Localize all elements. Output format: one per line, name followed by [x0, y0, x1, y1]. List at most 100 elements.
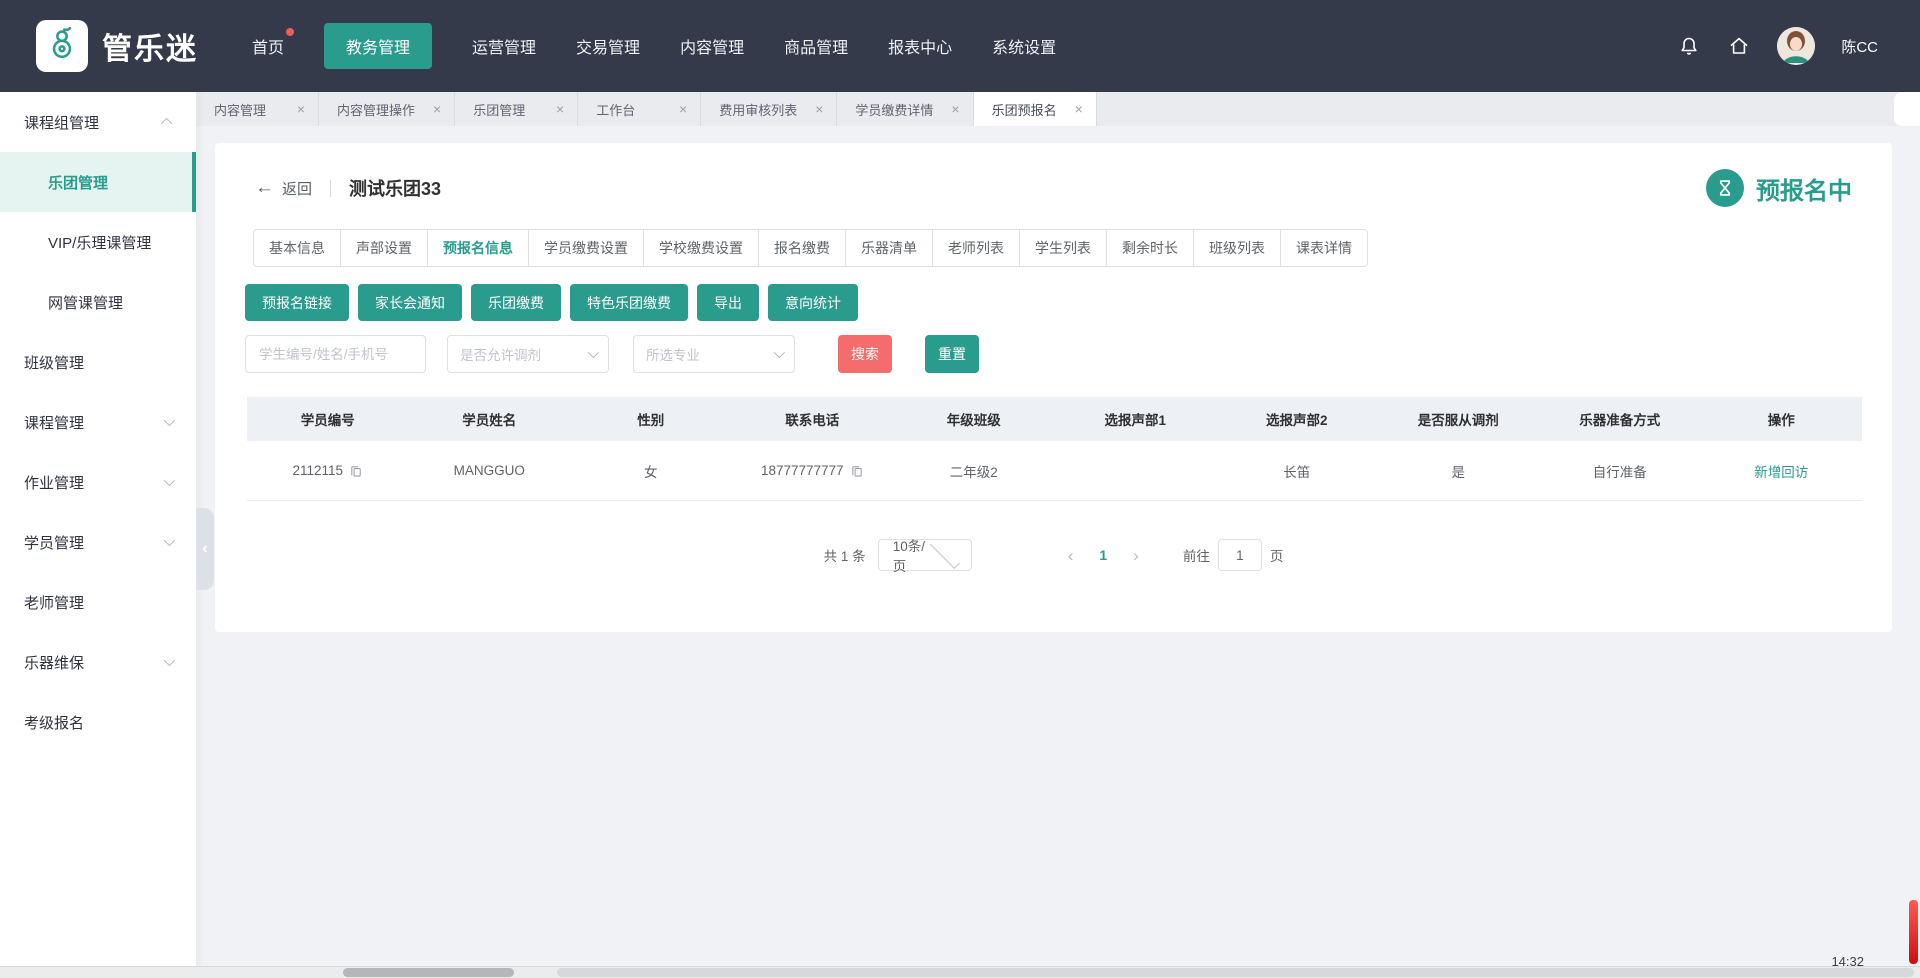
col-grade-class: 年级班级: [893, 409, 1055, 429]
vertical-scrollbar-thumb[interactable]: [1909, 900, 1918, 964]
keyword-search-input[interactable]: [245, 335, 426, 373]
sidebar-item-orchestra-mgmt[interactable]: 乐团管理: [0, 152, 196, 212]
menu-products[interactable]: 商品管理: [784, 34, 848, 58]
export-button[interactable]: 导出: [697, 284, 759, 321]
sidebar-item-vip-theory[interactable]: VIP/乐理课管理: [0, 212, 196, 272]
allow-adjustment-select[interactable]: 是否允许调剂: [447, 335, 609, 373]
major-select[interactable]: 所选专业: [633, 335, 795, 373]
menu-operations[interactable]: 运营管理: [472, 34, 536, 58]
user-name[interactable]: 陈CC: [1841, 36, 1878, 57]
goto-page-input[interactable]: [1218, 539, 1262, 571]
main-content: ← 返回 测试乐团33 预报名中 基本信息 声部设置 预报名信息 学员缴费设置 …: [196, 126, 1920, 978]
prev-page-button[interactable]: ‹: [1068, 547, 1074, 564]
special-orchestra-payment-button[interactable]: 特色乐团缴费: [570, 284, 688, 321]
tab-student-payment-setting[interactable]: 学员缴费设置: [528, 229, 644, 267]
gourd-music-logo-icon: [44, 26, 80, 67]
actions-row: 预报名链接 家长会通知 乐团缴费 特色乐团缴费 导出 意向统计: [245, 284, 1892, 321]
close-icon[interactable]: ×: [556, 101, 564, 117]
app-logo: [36, 20, 88, 72]
open-tab[interactable]: 内容管理操作 ×: [319, 92, 455, 126]
tab-preregistration-info[interactable]: 预报名信息: [427, 229, 529, 267]
detail-tabs: 基本信息 声部设置 预报名信息 学员缴费设置 学校缴费设置 报名缴费 乐器清单 …: [253, 229, 1892, 267]
tabstrip-end-cap: [1894, 92, 1920, 126]
close-icon[interactable]: ×: [1075, 101, 1083, 117]
tab-basic-info[interactable]: 基本信息: [253, 229, 341, 267]
clock-text: 14:32: [1831, 954, 1864, 969]
col-phone: 联系电话: [732, 409, 894, 429]
tab-voice-part-setting[interactable]: 声部设置: [340, 229, 428, 267]
intention-statistics-button[interactable]: 意向统计: [768, 284, 858, 321]
copy-icon[interactable]: [850, 464, 864, 478]
page-size-select[interactable]: 10条/页: [878, 539, 972, 571]
sidebar-group-course-groups[interactable]: 课程组管理: [0, 92, 196, 152]
sidebar-group-course-mgmt[interactable]: 课程管理: [0, 392, 196, 452]
tab-instrument-list[interactable]: 乐器清单: [845, 229, 933, 267]
back-arrow-icon: ←: [255, 177, 274, 199]
menu-home[interactable]: 首页: [252, 34, 284, 58]
search-button[interactable]: 搜索: [838, 335, 892, 373]
horizontal-scrollbar-thumb[interactable]: [343, 968, 514, 977]
parent-meeting-notice-button[interactable]: 家长会通知: [358, 284, 462, 321]
preregistration-link-button[interactable]: 预报名链接: [245, 284, 349, 321]
home-icon[interactable]: [1727, 34, 1751, 58]
chevron-down-icon: [588, 347, 599, 358]
sidebar-group-student-mgmt[interactable]: 学员管理: [0, 512, 196, 572]
orchestra-detail-card: ← 返回 测试乐团33 预报名中 基本信息 声部设置 预报名信息 学员缴费设置 …: [215, 143, 1892, 632]
open-tab[interactable]: 工作台 ×: [578, 92, 701, 126]
header-divider: [330, 180, 331, 197]
main-menu: 首页 教务管理 运营管理 交易管理 内容管理 商品管理 报表中心 系统设置: [252, 23, 1056, 69]
copy-icon[interactable]: [349, 464, 363, 478]
sidebar-item-class-mgmt[interactable]: 班级管理: [0, 332, 196, 392]
close-icon[interactable]: ×: [679, 101, 687, 117]
open-tab[interactable]: 内容管理 ×: [196, 92, 319, 126]
menu-transactions[interactable]: 交易管理: [576, 34, 640, 58]
sidebar-item-exam-registration[interactable]: 考级报名: [0, 692, 196, 752]
orchestra-payment-button[interactable]: 乐团缴费: [471, 284, 561, 321]
col-obey-adjustment: 是否服从调剂: [1378, 409, 1540, 429]
sidebar-item-online-course[interactable]: 网管课管理: [0, 272, 196, 332]
tab-class-list[interactable]: 班级列表: [1193, 229, 1281, 267]
sidebar-item-teacher-mgmt[interactable]: 老师管理: [0, 572, 196, 632]
tab-registration-payment[interactable]: 报名缴费: [758, 229, 846, 267]
cell-operation: 新增回访: [1701, 461, 1863, 481]
reset-button[interactable]: 重置: [925, 335, 979, 373]
col-gender: 性别: [570, 409, 732, 429]
back-button[interactable]: ← 返回: [255, 177, 312, 199]
menu-reports[interactable]: 报表中心: [888, 34, 952, 58]
menu-academic[interactable]: 教务管理: [324, 23, 432, 69]
horizontal-scrollbar-thumb[interactable]: [557, 968, 1914, 977]
tab-student-list[interactable]: 学生列表: [1019, 229, 1107, 267]
horizontal-scrollbar[interactable]: [0, 966, 1920, 978]
tab-schedule-detail[interactable]: 课表详情: [1280, 229, 1368, 267]
close-icon[interactable]: ×: [815, 101, 823, 117]
open-tab-active[interactable]: 乐团预报名 ×: [974, 92, 1097, 126]
user-avatar[interactable]: [1777, 27, 1815, 65]
cell-instrument-preparation: 自行准备: [1539, 461, 1701, 481]
brand-name: 管乐迷: [102, 24, 198, 68]
open-tab[interactable]: 学员缴费详情 ×: [837, 92, 973, 126]
sidebar-group-homework-mgmt[interactable]: 作业管理: [0, 452, 196, 512]
next-page-button[interactable]: ›: [1133, 547, 1139, 564]
menu-content[interactable]: 内容管理: [680, 34, 744, 58]
add-followup-link[interactable]: 新增回访: [1754, 461, 1808, 481]
sidebar-collapse-handle[interactable]: ‹: [196, 508, 214, 590]
sidebar-group-instrument-maintenance[interactable]: 乐器维保: [0, 632, 196, 692]
table-row: 2112115 MANGGUO 女 18777777777: [247, 441, 1862, 501]
close-icon[interactable]: ×: [297, 101, 305, 117]
close-icon[interactable]: ×: [951, 101, 959, 117]
tab-remaining-hours[interactable]: 剩余时长: [1106, 229, 1194, 267]
tab-teacher-list[interactable]: 老师列表: [932, 229, 1020, 267]
status-text: 预报名中: [1756, 171, 1852, 206]
navbar-right: 陈CC: [1677, 27, 1878, 65]
current-page[interactable]: 1: [1099, 547, 1107, 563]
open-tab[interactable]: 乐团管理 ×: [455, 92, 578, 126]
goto-label: 前往: [1183, 545, 1210, 565]
brand: 管乐迷: [36, 20, 198, 72]
close-icon[interactable]: ×: [433, 101, 441, 117]
notification-dot: [286, 28, 294, 36]
open-tab[interactable]: 费用审核列表 ×: [701, 92, 837, 126]
tab-school-payment-setting[interactable]: 学校缴费设置: [643, 229, 759, 267]
col-operation: 操作: [1701, 409, 1863, 429]
menu-settings[interactable]: 系统设置: [992, 34, 1056, 58]
bell-icon[interactable]: [1677, 34, 1701, 58]
